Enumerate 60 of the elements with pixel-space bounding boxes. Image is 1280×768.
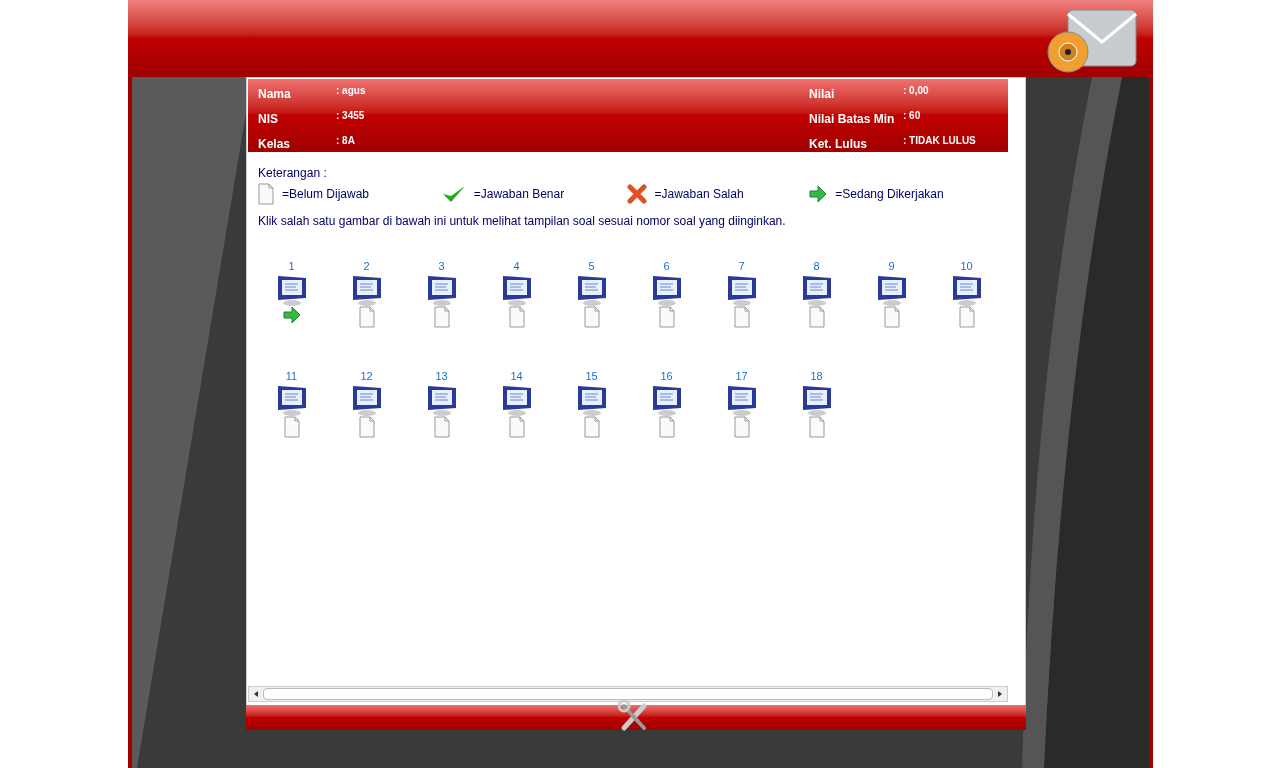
info-label: NIS: [258, 110, 279, 128]
question-number[interactable]: 10: [960, 258, 973, 274]
info-value: : 0,00: [903, 84, 929, 98]
blank-document-icon: [658, 306, 675, 328]
blank-document-icon: [583, 416, 600, 438]
checkmark-icon: [441, 185, 466, 203]
right-arrow-icon: [809, 185, 828, 203]
info-label: Ket. Lulus: [809, 135, 868, 153]
blank-document-icon: [433, 416, 450, 438]
horizontal-scrollbar[interactable]: [248, 686, 1008, 702]
question-number[interactable]: 5: [588, 258, 595, 274]
question-number[interactable]: 1: [288, 258, 295, 274]
legend-label: =Belum Dijawab: [282, 186, 370, 203]
info-label: Nama: [258, 85, 292, 103]
question-number[interactable]: 16: [660, 368, 673, 384]
blank-document-icon: [808, 416, 825, 438]
blank-document-icon: [283, 416, 300, 438]
scrollbar-thumb[interactable]: [263, 688, 993, 700]
question-number[interactable]: 4: [513, 258, 520, 274]
info-value: : 8A: [336, 134, 355, 148]
question-number[interactable]: 11: [285, 368, 298, 384]
question-number[interactable]: 12: [360, 368, 373, 384]
question-number[interactable]: 17: [735, 368, 748, 384]
cross-icon: [626, 184, 647, 204]
legend-label: =Jawaban Benar: [473, 186, 565, 203]
question-number[interactable]: 15: [585, 368, 598, 384]
question-number[interactable]: 3: [438, 258, 445, 274]
info-label: Kelas: [258, 135, 292, 153]
question-number[interactable]: 13: [435, 368, 448, 384]
question-number[interactable]: 14: [510, 368, 523, 384]
question-number[interactable]: 18: [810, 368, 823, 384]
right-arrow-icon: [282, 306, 301, 324]
blank-document-icon: [358, 416, 375, 438]
blank-document-icon: [358, 306, 375, 328]
blank-document-icon: [258, 183, 274, 205]
legend-label: =Jawaban Salah: [654, 186, 744, 203]
question-number[interactable]: 9: [888, 258, 895, 274]
info-value: : 3455: [336, 109, 365, 123]
legend-label: =Sedang Dikerjakan: [835, 186, 944, 203]
question-number[interactable]: 6: [663, 258, 670, 274]
info-label: Nilai: [809, 85, 836, 103]
blank-document-icon: [958, 306, 975, 328]
blank-document-icon: [808, 306, 825, 328]
blank-document-icon: [508, 306, 525, 328]
blank-document-icon: [883, 306, 900, 328]
legend-title: Keterangan :: [258, 165, 328, 182]
question-number[interactable]: 8: [813, 258, 820, 274]
info-value: : 60: [903, 109, 921, 123]
blank-document-icon: [733, 306, 750, 328]
info-value: : TIDAK LULUS: [903, 134, 976, 148]
info-value: : agus: [336, 84, 366, 98]
blank-document-icon: [658, 416, 675, 438]
question-number[interactable]: 2: [363, 258, 370, 274]
blank-document-icon: [583, 306, 600, 328]
blank-document-icon: [733, 416, 750, 438]
instruction-text: Klik salah satu gambar di bawah ini untuk melihat tampilan soal sesuai nomor soal yang diinginkan.: [258, 213, 787, 230]
question-number[interactable]: 7: [738, 258, 745, 274]
info-label: Nilai Batas Min: [809, 110, 896, 128]
blank-document-icon: [433, 306, 450, 328]
blank-document-icon: [508, 416, 525, 438]
